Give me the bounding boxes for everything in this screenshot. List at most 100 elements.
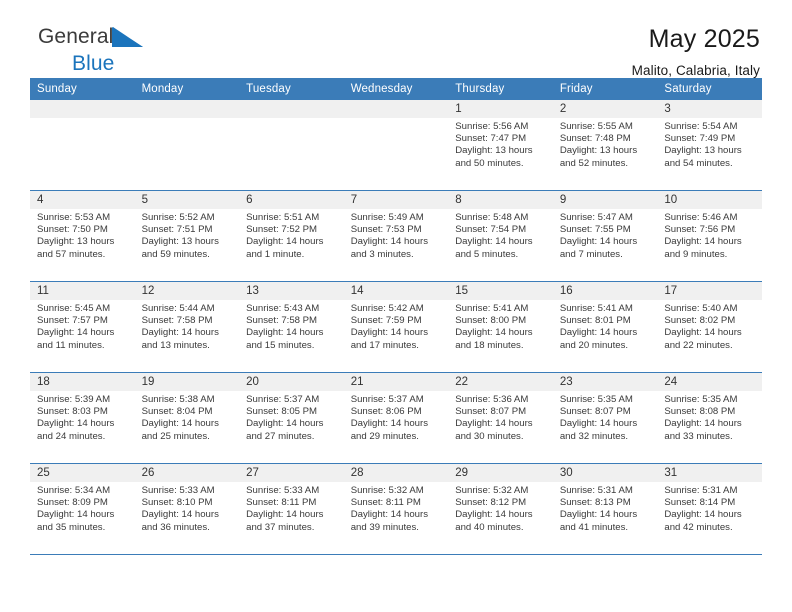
sunset-time: Sunset: 8:07 PM [559, 406, 631, 418]
calendar-day-cell[interactable]: 7 Sunrise: 5:49 AM Sunset: 7:53 PM Daylight… [343, 190, 449, 282]
sunset-time: Sunset: 7:59 PM [350, 315, 422, 327]
day-cell-inner [239, 100, 344, 190]
day-details: Sunrise: 5:47 AM Sunset: 7:55 PM Daylight:… [553, 209, 658, 261]
day-details: Sunrise: 5:54 AM Sunset: 7:49 PM Daylight:… [657, 118, 762, 170]
daylight-duration: Daylight: 14 hours and 32 minutes. [559, 418, 638, 442]
day-details: Sunrise: 5:37 AM Sunset: 8:05 PM Daylight:… [239, 391, 344, 443]
day-cell-inner: 9 Sunrise: 5:47 AM Sunset: 7:55 PM Daylight… [552, 191, 658, 281]
daylight-duration: Daylight: 14 hours and 42 minutes. [664, 509, 742, 533]
calendar-day-cell[interactable]: 5 Sunrise: 5:52 AM Sunset: 7:51 PM Daylight… [134, 190, 240, 282]
calendar-day-cell[interactable]: 2 Sunrise: 5:55 AM Sunset: 7:48 PM Daylight… [552, 100, 658, 191]
calendar-day-cell[interactable]: 18 Sunrise: 5:39 AM Sunset: 8:03 PM Dayligh… [30, 372, 135, 464]
day-details: Sunrise: 5:31 AM Sunset: 8:14 PM Daylight:… [657, 482, 762, 534]
day-cell-inner: 1 Sunrise: 5:56 AM Sunset: 7:47 PM Daylight… [448, 100, 553, 190]
daylight-duration: Daylight: 14 hours and 22 minutes. [664, 327, 742, 351]
daylight-duration: Daylight: 14 hours and 7 minutes. [559, 236, 638, 260]
calendar-day-cell[interactable]: 12 Sunrise: 5:44 AM Sunset: 7:58 PM Dayligh… [134, 281, 240, 373]
day-cell-inner: 18 Sunrise: 5:39 AM Sunset: 8:03 PM Dayligh… [30, 373, 135, 463]
calendar-day-cell[interactable]: 21 Sunrise: 5:37 AM Sunset: 8:06 PM Dayligh… [343, 372, 449, 464]
calendar-body: 1 Sunrise: 5:56 AM Sunset: 7:47 PM Daylight… [30, 100, 762, 555]
day-details: Sunrise: 5:33 AM Sunset: 8:10 PM Daylight:… [135, 482, 240, 534]
sunset-time: Sunset: 8:11 PM [350, 497, 421, 509]
sunset-time: Sunset: 7:55 PM [559, 224, 631, 236]
sunrise-time: Sunrise: 5:31 AM [559, 485, 633, 496]
calendar-day-cell[interactable]: 24 Sunrise: 5:35 AM Sunset: 8:08 PM Dayligh… [657, 372, 762, 464]
day-cell-inner: 20 Sunrise: 5:37 AM Sunset: 8:05 PM Dayligh… [239, 373, 344, 463]
day-details: Sunrise: 5:39 AM Sunset: 8:03 PM Daylight:… [30, 391, 135, 443]
calendar-day-cell[interactable]: 3 Sunrise: 5:54 AM Sunset: 7:49 PM Daylight… [657, 100, 762, 191]
sunrise-time: Sunrise: 5:34 AM [37, 485, 111, 496]
daylight-duration: Daylight: 14 hours and 36 minutes. [141, 509, 219, 533]
day-cell-inner: 25 Sunrise: 5:34 AM Sunset: 8:09 PM Dayligh… [30, 464, 135, 554]
sunrise-time: Sunrise: 5:56 AM [455, 121, 529, 132]
day-number [239, 100, 344, 118]
sunrise-sunset-calendar-table: Sunday Monday Tuesday Wednesday Thursday… [30, 78, 762, 555]
calendar-day-cell[interactable]: 15 Sunrise: 5:41 AM Sunset: 8:00 PM Dayligh… [448, 281, 553, 373]
sunset-time: Sunset: 8:14 PM [664, 497, 736, 509]
day-number [30, 100, 135, 118]
day-cell-inner: 31 Sunrise: 5:31 AM Sunset: 8:14 PM Dayligh… [657, 464, 762, 554]
calendar-day-cell[interactable]: 20 Sunrise: 5:37 AM Sunset: 8:05 PM Dayligh… [239, 372, 344, 464]
day-cell-inner: 8 Sunrise: 5:48 AM Sunset: 7:54 PM Daylight… [448, 191, 553, 281]
day-cell-inner: 13 Sunrise: 5:43 AM Sunset: 7:58 PM Dayligh… [239, 282, 344, 372]
sunset-time: Sunset: 8:08 PM [664, 406, 736, 418]
calendar-day-cell[interactable]: 28 Sunrise: 5:32 AM Sunset: 8:11 PM Dayligh… [343, 463, 449, 555]
calendar-day-cell[interactable]: 10 Sunrise: 5:46 AM Sunset: 7:56 PM Dayligh… [657, 190, 762, 282]
calendar-day-cell[interactable]: 11 Sunrise: 5:45 AM Sunset: 7:57 PM Dayligh… [30, 281, 135, 373]
calendar-day-cell[interactable]: 9 Sunrise: 5:47 AM Sunset: 7:55 PM Daylight… [552, 190, 658, 282]
sunset-time: Sunset: 8:12 PM [455, 497, 527, 509]
day-number: 30 [552, 464, 658, 482]
calendar-day-cell[interactable]: 13 Sunrise: 5:43 AM Sunset: 7:58 PM Dayligh… [239, 281, 344, 373]
calendar-day-cell[interactable]: 26 Sunrise: 5:33 AM Sunset: 8:10 PM Dayligh… [134, 463, 240, 555]
day-number: 14 [343, 282, 449, 300]
sunset-time: Sunset: 7:58 PM [141, 315, 213, 327]
calendar-day-cell[interactable]: 8 Sunrise: 5:48 AM Sunset: 7:54 PM Daylight… [448, 190, 553, 282]
sunset-time: Sunset: 7:51 PM [141, 224, 213, 236]
weekday-header-sunday: Sunday [30, 78, 135, 100]
daylight-duration: Daylight: 14 hours and 18 minutes. [455, 327, 533, 351]
calendar-day-cell[interactable]: 27 Sunrise: 5:33 AM Sunset: 8:11 PM Dayligh… [239, 463, 344, 555]
day-cell-inner: 28 Sunrise: 5:32 AM Sunset: 8:11 PM Dayligh… [343, 464, 449, 554]
general-blue-logo[interactable]: General Blue [30, 26, 144, 74]
sunset-time: Sunset: 7:49 PM [664, 133, 736, 145]
daylight-duration: Daylight: 13 hours and 54 minutes. [664, 145, 742, 169]
day-number: 20 [239, 373, 344, 391]
daylight-duration: Daylight: 14 hours and 24 minutes. [37, 418, 115, 442]
day-number: 28 [343, 464, 449, 482]
day-cell-inner: 21 Sunrise: 5:37 AM Sunset: 8:06 PM Dayligh… [343, 373, 449, 463]
calendar-day-cell[interactable]: 16 Sunrise: 5:41 AM Sunset: 8:01 PM Dayligh… [552, 281, 658, 373]
calendar-day-cell[interactable]: 19 Sunrise: 5:38 AM Sunset: 8:04 PM Dayligh… [134, 372, 240, 464]
calendar-day-cell[interactable]: 17 Sunrise: 5:40 AM Sunset: 8:02 PM Dayligh… [657, 281, 762, 373]
day-number: 18 [30, 373, 135, 391]
calendar-day-cell[interactable]: 31 Sunrise: 5:31 AM Sunset: 8:14 PM Dayligh… [657, 463, 762, 555]
day-cell-inner: 17 Sunrise: 5:40 AM Sunset: 8:02 PM Dayligh… [657, 282, 762, 372]
day-details: Sunrise: 5:48 AM Sunset: 7:54 PM Daylight:… [448, 209, 553, 261]
day-details: Sunrise: 5:32 AM Sunset: 8:12 PM Daylight:… [448, 482, 553, 534]
calendar-day-cell[interactable]: 25 Sunrise: 5:34 AM Sunset: 8:09 PM Dayligh… [30, 463, 135, 555]
daylight-duration: Daylight: 14 hours and 5 minutes. [455, 236, 533, 260]
day-cell-inner [30, 100, 135, 190]
day-number: 15 [448, 282, 553, 300]
day-cell-inner: 14 Sunrise: 5:42 AM Sunset: 7:59 PM Dayligh… [343, 282, 449, 372]
calendar-day-cell[interactable]: 6 Sunrise: 5:51 AM Sunset: 7:52 PM Daylight… [239, 190, 344, 282]
weekday-header-thursday: Thursday [448, 78, 553, 100]
calendar-week-row: 25 Sunrise: 5:34 AM Sunset: 8:09 PM Dayligh… [30, 463, 762, 555]
sunrise-time: Sunrise: 5:37 AM [350, 394, 424, 405]
calendar-day-cell[interactable]: 30 Sunrise: 5:31 AM Sunset: 8:13 PM Dayligh… [552, 463, 658, 555]
calendar-day-cell[interactable]: 14 Sunrise: 5:42 AM Sunset: 7:59 PM Dayligh… [343, 281, 449, 373]
calendar-day-cell[interactable]: 29 Sunrise: 5:32 AM Sunset: 8:12 PM Dayligh… [448, 463, 553, 555]
daylight-duration: Daylight: 14 hours and 9 minutes. [664, 236, 742, 260]
day-cell-inner: 12 Sunrise: 5:44 AM Sunset: 7:58 PM Dayligh… [134, 282, 240, 372]
daylight-duration: Daylight: 14 hours and 25 minutes. [141, 418, 219, 442]
calendar-day-cell[interactable]: 1 Sunrise: 5:56 AM Sunset: 7:47 PM Daylight… [448, 100, 553, 191]
calendar-day-cell[interactable]: 4 Sunrise: 5:53 AM Sunset: 7:50 PM Daylight… [30, 190, 135, 282]
sunset-time: Sunset: 8:13 PM [559, 497, 631, 509]
day-cell-inner [134, 100, 240, 190]
calendar-day-cell[interactable]: 23 Sunrise: 5:35 AM Sunset: 8:07 PM Dayligh… [552, 372, 658, 464]
day-details: Sunrise: 5:32 AM Sunset: 8:11 PM Daylight:… [344, 482, 449, 534]
calendar-day-cell[interactable]: 22 Sunrise: 5:36 AM Sunset: 8:07 PM Dayligh… [448, 372, 553, 464]
day-cell-inner: 4 Sunrise: 5:53 AM Sunset: 7:50 PM Daylight… [30, 191, 135, 281]
day-details: Sunrise: 5:51 AM Sunset: 7:52 PM Daylight:… [239, 209, 344, 261]
weekday-header-wednesday: Wednesday [343, 78, 449, 100]
day-cell-inner: 11 Sunrise: 5:45 AM Sunset: 7:57 PM Dayligh… [30, 282, 135, 372]
